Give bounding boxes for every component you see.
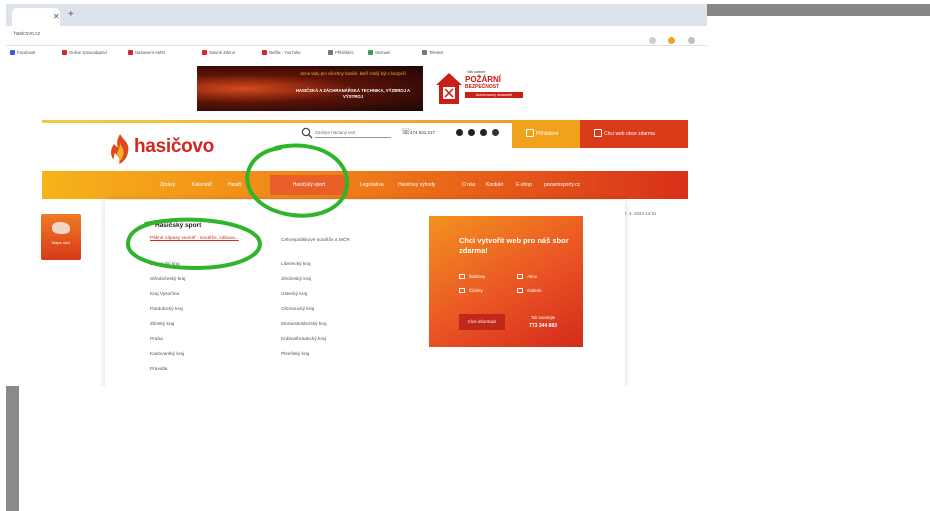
user-icon xyxy=(526,129,534,137)
flame-logo-icon[interactable] xyxy=(108,133,132,165)
menu-link[interactable]: Moravskoslezský kraj xyxy=(281,322,327,328)
photo-stage: ✕ + hasicovo.cz Facebook Online zpravoda… xyxy=(0,0,930,511)
menu-link[interactable]: Ústecký kraj xyxy=(281,292,307,298)
free-web-button-label: Chci web obce zdarma xyxy=(604,131,655,137)
menu-link[interactable]: Celorepublikové soutěže a MČR xyxy=(281,238,371,244)
search-icon[interactable] xyxy=(301,127,313,139)
partner-tag: Autorizovaný dodavatel xyxy=(465,92,523,98)
call-number[interactable]: 773 344 883 xyxy=(517,323,569,329)
frame-bar-top xyxy=(706,4,930,16)
nav-item-kalendar[interactable]: Kalendář xyxy=(192,182,212,188)
login-button-label: Přihlášení xyxy=(536,131,559,137)
bookmark-item[interactable]: Facebook xyxy=(10,49,35,57)
menu-link[interactable]: Pardubický kraj xyxy=(150,307,183,313)
nav-item-eshop[interactable]: E-shop xyxy=(516,182,532,188)
map-badge[interactable]: Mapa obcí xyxy=(41,214,81,260)
bookmark-item[interactable]: Přihlášení xyxy=(328,49,354,57)
nav-item-hasicovy-vyhody[interactable]: Hasičovy výhody xyxy=(398,182,436,188)
search-input[interactable] xyxy=(315,128,391,138)
menu-link[interactable]: Olomoucký kraj xyxy=(281,307,314,313)
banner-subline: HASIČSKÁ A ZÁCHRANÁŘSKÁ TECHNIKA, VÝZBRO… xyxy=(295,88,411,99)
house-logo-icon xyxy=(436,73,462,104)
menu-link[interactable]: Liberecký kraj xyxy=(150,262,180,268)
facebook-icon[interactable] xyxy=(456,129,463,136)
ad-banner[interactable]: Jsme tady pro všechny hasiče, kteří chtě… xyxy=(197,66,532,111)
promo-feature: Akce xyxy=(517,274,537,280)
site-logo[interactable]: hasičovo xyxy=(134,136,214,158)
login-button[interactable]: Přihlášení xyxy=(512,120,580,148)
url-text[interactable]: hasicovo.cz xyxy=(14,31,40,37)
calendar-icon xyxy=(517,274,523,280)
nav-item-legislativa[interactable]: Legislativa xyxy=(360,182,384,188)
extension-icon[interactable] xyxy=(668,37,676,44)
twitter-icon[interactable] xyxy=(492,129,499,136)
nav-item-hasici[interactable]: Hasiči xyxy=(228,182,242,188)
gallery-icon xyxy=(517,288,523,294)
partner-top: Váš partner xyxy=(467,70,486,74)
banner-photo: Jsme tady pro všechny hasiče, kteří chtě… xyxy=(197,66,423,111)
monitor-icon xyxy=(594,129,602,137)
nav-item-zpravy[interactable]: Zprávy xyxy=(160,182,175,188)
banner-headline: Jsme tady pro všechny hasiče, kteří chtě… xyxy=(299,71,407,76)
promo-feature: Šablony xyxy=(459,274,485,280)
browser-window: ✕ + hasicovo.cz Facebook Online zpravoda… xyxy=(6,4,707,386)
nav-item-pozarnisporty[interactable]: pozarnisporty.cz xyxy=(544,182,580,188)
phone-number[interactable]: 474 531 217 xyxy=(410,130,435,135)
close-icon[interactable]: ✕ xyxy=(53,12,63,22)
address-bar[interactable]: hasicovo.cz xyxy=(6,26,707,46)
promo-title: Chci vytvořit web pro náš sbor zdarma! xyxy=(459,236,569,255)
frame-bar-left xyxy=(6,386,19,511)
nav-item-kontakt[interactable]: Kontakt xyxy=(486,182,503,188)
tab-strip: ✕ + xyxy=(6,4,707,26)
promo-feature: Galerie xyxy=(517,288,542,294)
profile-icon[interactable] xyxy=(687,37,695,44)
bookmark-item[interactable]: Seznam xyxy=(368,49,390,57)
instagram-icon[interactable] xyxy=(480,129,487,136)
browser-tab[interactable]: ✕ xyxy=(12,8,60,26)
bookmark-item[interactable]: Netflix - YouTube xyxy=(262,49,301,57)
menu-link[interactable]: Liberecký kraj xyxy=(281,262,311,268)
partner-brand-2: BEZPEČNOST xyxy=(465,84,500,90)
star-icon[interactable] xyxy=(649,37,656,44)
bookmarks-bar: Facebook Online zpravodajství Nastavení … xyxy=(6,46,707,60)
bookmark-item[interactable]: Nastavení AMSI xyxy=(128,49,165,57)
more-info-button[interactable]: Více informací xyxy=(459,314,505,330)
current-date: 7. 4. 2024 14:31 xyxy=(624,211,657,216)
menu-link[interactable]: Středočeský kraj xyxy=(150,277,185,283)
menu-link[interactable]: Jihočeský kraj xyxy=(281,277,311,283)
partner-brand: POŽÁRNÍ xyxy=(465,75,501,84)
menu-link[interactable]: Zlínský kraj xyxy=(150,322,174,328)
main-nav: Zprávy Kalendář Hasiči Hasičský sport Le… xyxy=(42,171,688,199)
bookmark-item[interactable]: Teletext xyxy=(422,49,443,57)
map-badge-label: Mapa obcí xyxy=(51,240,71,245)
menu-link[interactable]: Karlovarský kraj xyxy=(150,352,184,358)
bookmark-item[interactable]: Stavné Zdeno xyxy=(202,49,235,57)
menu-link[interactable]: Praha xyxy=(150,337,163,343)
promo-box: Chci vytvořit web pro náš sbor zdarma! Š… xyxy=(429,216,583,347)
nav-item-hasicsky-sport[interactable]: Hasičský sport xyxy=(270,175,348,195)
youtube-icon[interactable] xyxy=(468,129,475,136)
template-icon xyxy=(459,274,465,280)
promo-feature: Články xyxy=(459,288,483,294)
menu-link-highlighted[interactable]: Pěkné zápasy vevnitř - soutěže, zábava..… xyxy=(150,236,245,242)
bookmark-item[interactable]: Online zpravodajství xyxy=(62,49,107,57)
dropdown-heading: Hasičský sport xyxy=(155,222,202,229)
nav-item-o-nas[interactable]: O nás xyxy=(462,182,475,188)
document-icon xyxy=(459,288,465,294)
new-tab-icon[interactable]: + xyxy=(68,10,78,20)
czech-map-icon xyxy=(52,222,70,234)
menu-link[interactable]: Pravidla xyxy=(150,367,167,373)
menu-link[interactable]: Kraj Vysočina xyxy=(150,292,179,298)
menu-link[interactable]: Plzeňský kraj xyxy=(281,352,309,358)
menu-link[interactable]: Královéhradecký kraj xyxy=(281,337,326,343)
free-web-button[interactable]: Chci web obce zdarma xyxy=(580,120,688,148)
call-label: Tak zavolejte xyxy=(530,315,556,320)
toolbar-icons xyxy=(649,31,703,44)
